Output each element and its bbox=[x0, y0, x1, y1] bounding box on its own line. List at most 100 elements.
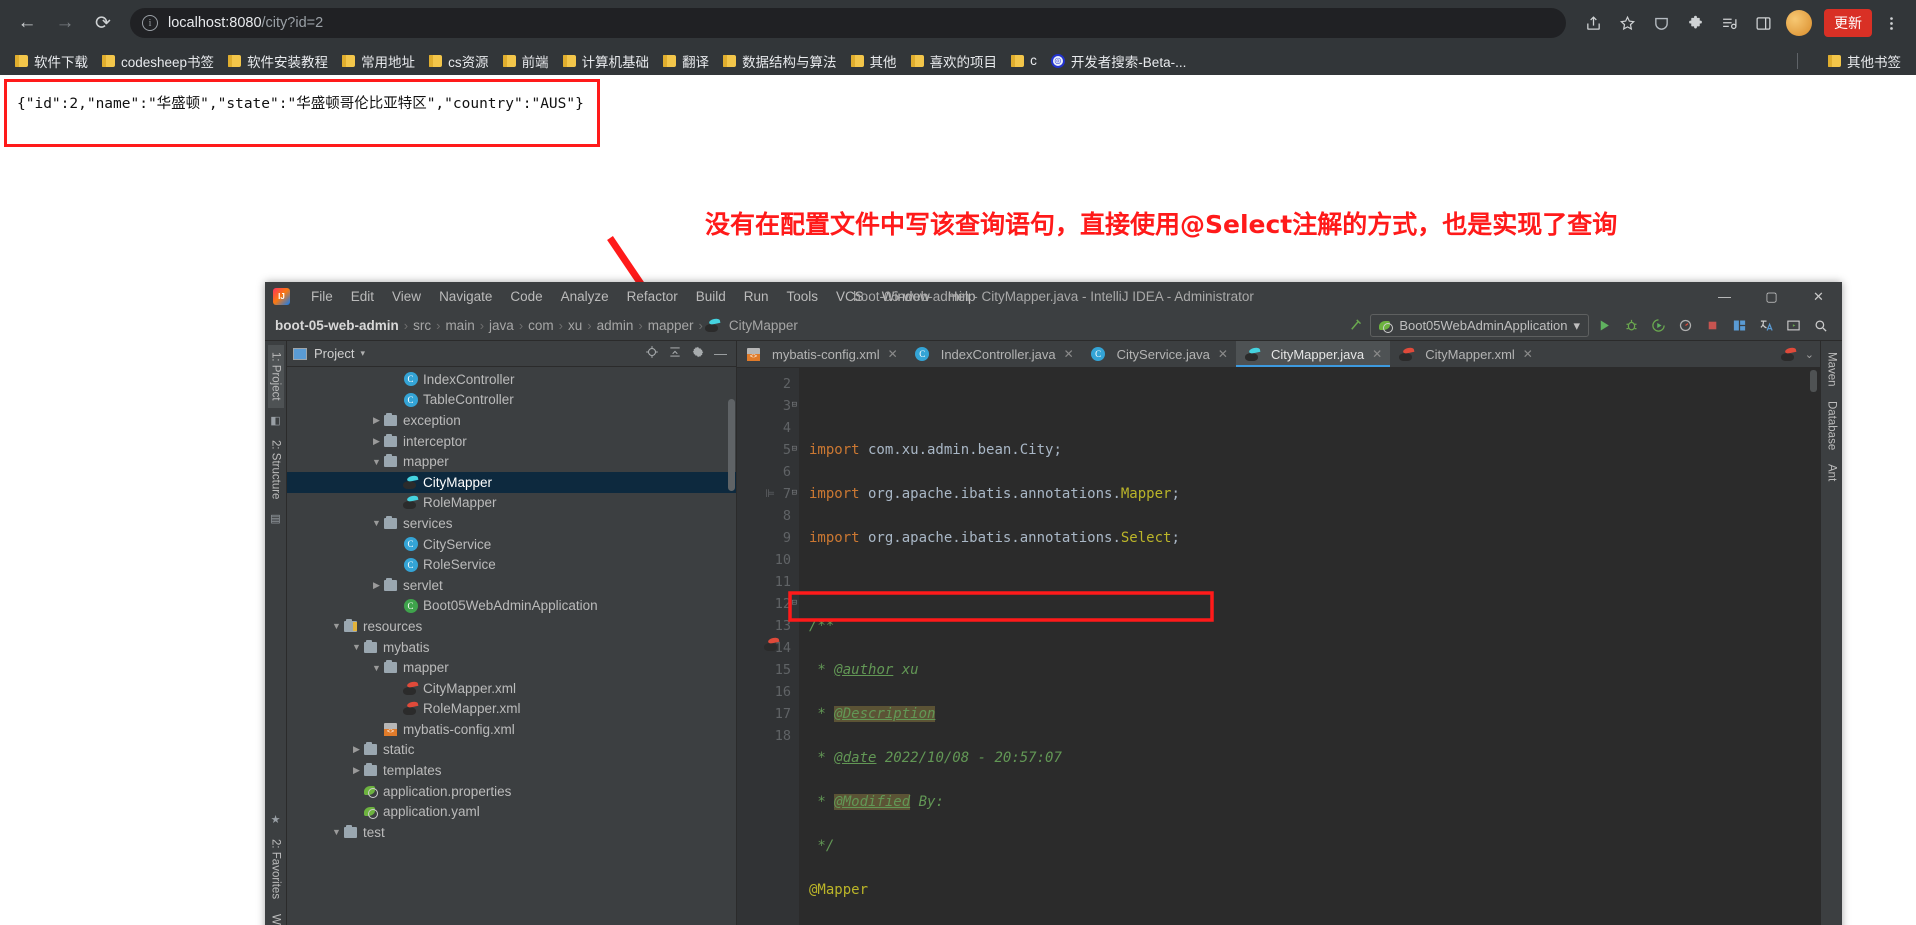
sidebar-item-maven[interactable]: Maven bbox=[1824, 345, 1840, 394]
twisty-icon[interactable]: ▼ bbox=[331, 621, 342, 631]
twisty-icon[interactable]: ▼ bbox=[331, 827, 342, 837]
tree-node-servlet[interactable]: ▶ servlet bbox=[287, 575, 736, 596]
stack-icon[interactable] bbox=[1727, 314, 1751, 338]
tab-cityservice-java[interactable]: C CityService.java ✕ bbox=[1082, 341, 1236, 367]
menu-vcs[interactable]: VCS bbox=[827, 282, 873, 311]
tree-node-rolemapper-xml[interactable]: RoleMapper.xml bbox=[287, 699, 736, 720]
sidebar-item-favorites[interactable]: 2: Favorites bbox=[268, 832, 284, 906]
reload-icon[interactable]: ⟳ bbox=[86, 6, 120, 40]
breadcrumb-main[interactable]: main bbox=[441, 318, 478, 333]
editor-tabs-overflow[interactable]: ⌄ bbox=[1774, 341, 1820, 367]
chevron-down-icon[interactable]: ▾ bbox=[360, 348, 365, 359]
tab-citymapper-xml[interactable]: CityMapper.xml ✕ bbox=[1390, 341, 1541, 367]
stop-icon[interactable] bbox=[1700, 314, 1724, 338]
twisty-icon[interactable]: ▶ bbox=[351, 765, 362, 776]
profile-icon[interactable] bbox=[1673, 314, 1697, 338]
sidebar-item-database[interactable]: Database bbox=[1824, 394, 1840, 457]
bookmark-item[interactable]: 常用地址 bbox=[335, 49, 422, 73]
tree-node-mapper[interactable]: ▼ mapper bbox=[287, 657, 736, 678]
chevron-down-icon[interactable]: ⌄ bbox=[1805, 348, 1814, 361]
bookmark-item[interactable]: cs资源 bbox=[422, 49, 496, 73]
bookmark-item[interactable]: codesheep书签 bbox=[95, 49, 221, 73]
menu-edit[interactable]: Edit bbox=[342, 282, 383, 311]
commit-icon[interactable]: ◧ bbox=[270, 414, 280, 427]
chevron-down-icon[interactable]: ▾ bbox=[1573, 318, 1580, 334]
hammer-icon[interactable] bbox=[1343, 314, 1367, 338]
tree-node-mybatis-config-xml[interactable]: mybatis-config.xml bbox=[287, 719, 736, 740]
twisty-icon[interactable]: ▼ bbox=[371, 663, 382, 673]
bookmark-item[interactable]: 翻译 bbox=[656, 49, 716, 73]
breadcrumb-src[interactable]: src bbox=[409, 318, 435, 333]
menu-file[interactable]: File bbox=[302, 282, 342, 311]
breadcrumb-citymapper[interactable]: CityMapper bbox=[725, 318, 802, 333]
bookmarks-overflow[interactable]: 其他书签 bbox=[1821, 49, 1908, 73]
fold-icon[interactable]: ⊟ bbox=[788, 599, 797, 608]
search-icon[interactable] bbox=[1808, 314, 1832, 338]
run-icon[interactable] bbox=[1592, 314, 1616, 338]
tree-node-mapper[interactable]: ▼ mapper bbox=[287, 451, 736, 472]
breadcrumb-mapper[interactable]: mapper bbox=[644, 318, 698, 333]
tab-citymapper-java[interactable]: CityMapper.java ✕ bbox=[1235, 341, 1391, 367]
fold-icon[interactable]: ⊟ bbox=[788, 445, 797, 454]
address-bar[interactable]: i localhost:8080/city?id=2 bbox=[130, 8, 1566, 38]
tree-node-rolemapper[interactable]: RoleMapper bbox=[287, 493, 736, 514]
terminal-icon[interactable] bbox=[1781, 314, 1805, 338]
update-button[interactable]: 更新 bbox=[1824, 9, 1872, 37]
menu-window[interactable]: Window bbox=[873, 282, 939, 311]
bookmark-item[interactable]: 前端 bbox=[496, 49, 556, 73]
star-icon[interactable]: ★ bbox=[271, 813, 281, 826]
tree-node-exception[interactable]: ▶ exception bbox=[287, 410, 736, 431]
twisty-icon[interactable]: ▼ bbox=[371, 457, 382, 467]
tab-mybatis-config-xml[interactable]: mybatis-config.xml ✕ bbox=[737, 341, 906, 367]
twisty-icon[interactable]: ▶ bbox=[371, 436, 382, 447]
tree-node-boot05webadminapplication[interactable]: C Boot05WebAdminApplication bbox=[287, 596, 736, 617]
menu-build[interactable]: Build bbox=[687, 282, 735, 311]
close-icon[interactable]: ✕ bbox=[888, 347, 898, 361]
locate-icon[interactable] bbox=[645, 345, 659, 362]
run-coverage-icon[interactable] bbox=[1646, 314, 1670, 338]
close-icon[interactable]: ✕ bbox=[1218, 347, 1228, 361]
breadcrumb-xu[interactable]: xu bbox=[564, 318, 586, 333]
menu-help[interactable]: Help bbox=[939, 282, 985, 311]
code-editor[interactable]: 2 3 ⊟ 4 5 ⊟ 6 ⊫ 7 ⊟ 8 9 10 11 12 ⊟ 13 14 15 16 17 18 import c… bbox=[737, 368, 1820, 925]
bookmark-item[interactable]: ◎ 开发者搜索-Beta-... bbox=[1044, 49, 1194, 73]
tree-node-citymapper[interactable]: CityMapper bbox=[287, 471, 736, 493]
twisty-icon[interactable]: ▶ bbox=[371, 415, 382, 426]
code-text[interactable]: import com.xu.admin.bean.City; import or… bbox=[799, 368, 1807, 925]
tree-vertical-scrollbar[interactable] bbox=[728, 399, 735, 491]
sidebar-item-structure[interactable]: 2: Structure bbox=[268, 433, 284, 506]
close-icon[interactable]: ✕ bbox=[1795, 282, 1842, 311]
tree-node-interceptor[interactable]: ▶ interceptor bbox=[287, 431, 736, 452]
sidebar-item-web[interactable]: Web bbox=[268, 907, 284, 925]
menu-tools[interactable]: Tools bbox=[778, 282, 828, 311]
bookmarks-icon[interactable]: ▤ bbox=[270, 512, 280, 525]
avatar[interactable] bbox=[1786, 10, 1812, 36]
debug-icon[interactable] bbox=[1619, 314, 1643, 338]
close-icon[interactable]: ✕ bbox=[1372, 347, 1382, 361]
star-icon[interactable] bbox=[1612, 8, 1642, 38]
tree-node-cityservice[interactable]: C CityService bbox=[287, 534, 736, 555]
tree-node-services[interactable]: ▼ services bbox=[287, 513, 736, 534]
forward-icon[interactable]: → bbox=[48, 6, 82, 40]
sidebar-item-ant[interactable]: Ant bbox=[1824, 457, 1840, 488]
fold-icon[interactable]: ⊟ bbox=[788, 401, 797, 410]
breadcrumb-java[interactable]: java bbox=[485, 318, 518, 333]
minimize-icon[interactable]: — bbox=[1701, 282, 1748, 311]
bookmark-item[interactable]: 计算机基础 bbox=[556, 49, 657, 73]
menu-view[interactable]: View bbox=[383, 282, 430, 311]
bookmark-item[interactable]: 软件下载 bbox=[8, 49, 95, 73]
menu-refactor[interactable]: Refactor bbox=[618, 282, 687, 311]
run-configuration-selector[interactable]: Boot05WebAdminApplication ▾ bbox=[1370, 314, 1589, 337]
tree-node-resources[interactable]: ▼ resources bbox=[287, 616, 736, 637]
tree-node-test[interactable]: ▼ test bbox=[287, 822, 736, 843]
project-tree[interactable]: C IndexController C TableController ▶ excepti… bbox=[287, 367, 736, 925]
twisty-icon[interactable]: ▼ bbox=[371, 518, 382, 528]
fold-icon[interactable]: ⊟ bbox=[788, 489, 797, 498]
bookmark-item[interactable]: 喜欢的项目 bbox=[904, 49, 1005, 73]
twisty-icon[interactable]: ▶ bbox=[371, 580, 382, 591]
site-info-icon[interactable]: i bbox=[142, 15, 158, 31]
tree-node-templates[interactable]: ▶ templates bbox=[287, 760, 736, 781]
tab-indexcontroller-java[interactable]: C IndexController.java ✕ bbox=[906, 341, 1082, 367]
pocket-icon[interactable] bbox=[1646, 8, 1676, 38]
close-icon[interactable]: ✕ bbox=[1064, 347, 1074, 361]
